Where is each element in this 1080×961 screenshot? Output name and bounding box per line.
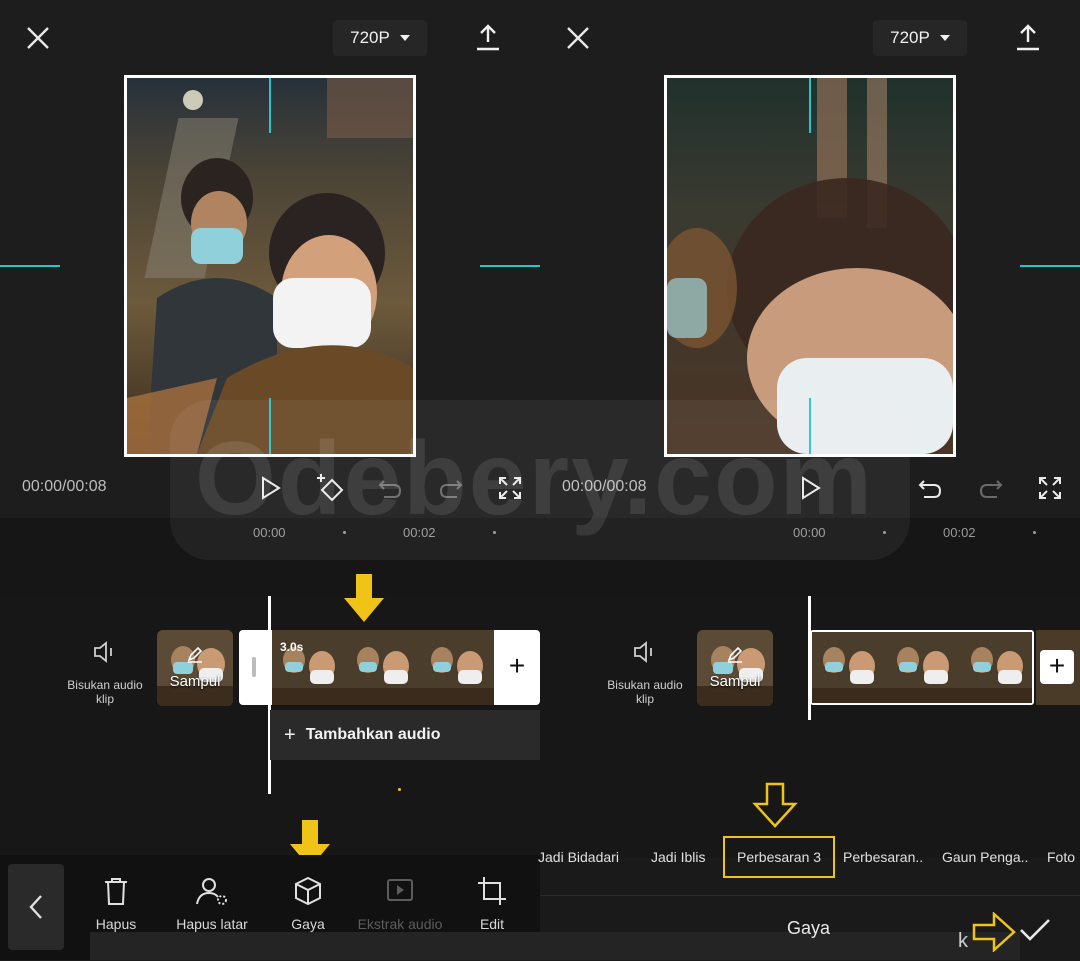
export-icon[interactable] xyxy=(474,22,502,52)
mute-clip-audio-button[interactable]: Bisukan audio klip xyxy=(600,640,690,706)
cover-thumbnail[interactable]: Sampul xyxy=(157,630,233,706)
tool-label: Hapus xyxy=(95,916,137,932)
playhead[interactable] xyxy=(808,596,811,720)
tick-dot xyxy=(1033,531,1036,534)
cover-image xyxy=(157,630,233,706)
mute-clip-audio-button[interactable]: Bisukan audio klip xyxy=(60,640,150,706)
cover-label: Sampul xyxy=(709,673,761,690)
guide-line-left xyxy=(0,265,60,267)
clip-trim-handle[interactable] xyxy=(252,657,256,677)
cube-icon xyxy=(295,876,321,906)
tool-extract-audio[interactable]: Ekstrak audio xyxy=(355,876,445,932)
tool-edit[interactable]: Edit xyxy=(447,876,537,932)
annotation-outline-arrow-right-icon xyxy=(972,912,1016,952)
add-audio-label: Tambahkan audio xyxy=(305,726,441,743)
close-icon[interactable] xyxy=(22,22,54,54)
style-option[interactable]: Gaun Penga.. xyxy=(942,849,1028,865)
caret-down-icon xyxy=(939,35,950,41)
tool-label: Ekstrak audio xyxy=(357,916,443,932)
edit-pencil-icon xyxy=(187,646,203,663)
speaker-icon xyxy=(94,641,112,663)
speaker-icon xyxy=(634,641,652,663)
tool-style[interactable]: Gaya xyxy=(263,876,353,932)
export-icon[interactable] xyxy=(1014,22,1042,52)
fullscreen-button[interactable] xyxy=(1032,470,1068,506)
clip-thumbnail-strip xyxy=(812,632,1032,703)
mute-label: Bisukan audio klip xyxy=(607,678,683,706)
trash-icon xyxy=(105,878,127,905)
edit-pencil-icon xyxy=(727,646,743,663)
cover-image xyxy=(697,630,773,706)
playhead[interactable] xyxy=(268,596,271,794)
panel-title: Gaya xyxy=(787,918,831,938)
cover-thumbnail[interactable]: Sampul xyxy=(697,630,773,706)
watermark: Odebery.com xyxy=(195,421,874,537)
selection-highlight xyxy=(723,836,835,878)
undo-button[interactable] xyxy=(912,470,948,506)
guide-line-top xyxy=(809,78,811,133)
add-audio-button[interactable]: + Tambahkan audio xyxy=(270,710,540,760)
plus-icon: + xyxy=(284,723,296,746)
resolution-label: 720P xyxy=(350,28,390,47)
marker-dot xyxy=(398,788,401,791)
tool-remove-background[interactable]: Hapus latar xyxy=(167,876,257,932)
tool-label: Edit xyxy=(479,916,505,932)
mute-label: Bisukan audio klip xyxy=(67,678,143,706)
style-option[interactable]: Jadi Bidadari xyxy=(538,849,619,865)
tool-delete[interactable]: Hapus xyxy=(71,876,161,932)
add-clip-button[interactable]: + xyxy=(1040,650,1074,684)
style-option[interactable]: Jadi Iblis xyxy=(651,849,705,865)
chevron-left-icon xyxy=(29,895,42,919)
playback-time: 00:00/00:08 xyxy=(22,478,107,495)
close-icon[interactable] xyxy=(562,22,594,54)
tick-label: 00:02 xyxy=(943,525,976,540)
guide-line-right xyxy=(480,265,540,267)
tool-label: Hapus latar xyxy=(176,916,248,932)
tool-label: Gaya xyxy=(291,916,325,932)
style-option[interactable]: Perbesaran.. xyxy=(843,849,923,865)
confirm-check-icon[interactable] xyxy=(1018,916,1052,944)
annotation-arrow-down-icon xyxy=(344,574,384,622)
clip-frames xyxy=(812,632,1032,703)
redo-button[interactable] xyxy=(973,470,1009,506)
redo-icon xyxy=(979,480,1003,498)
style-option[interactable]: Foto xyxy=(1047,849,1080,865)
cover-label: Sampul xyxy=(169,673,221,690)
partial-text: k xyxy=(958,930,968,952)
undo-icon xyxy=(918,480,942,498)
add-clip-button[interactable]: + xyxy=(500,650,534,684)
clip-duration: 3.0s xyxy=(280,640,304,654)
resolution-label: 720P xyxy=(890,28,930,47)
fullscreen-icon xyxy=(1039,477,1061,499)
clip-frames xyxy=(272,630,494,705)
crop-icon xyxy=(478,877,506,905)
guide-line-top xyxy=(269,78,271,133)
remove-background-icon xyxy=(196,878,227,905)
resolution-dropdown[interactable]: 720P xyxy=(333,20,427,56)
annotation-outline-arrow-down-icon xyxy=(752,782,798,828)
guide-line-right xyxy=(1020,265,1080,267)
caret-down-icon xyxy=(399,35,410,41)
resolution-dropdown[interactable]: 720P xyxy=(873,20,967,56)
clip-thumbnail-strip: 3.0s xyxy=(272,630,494,705)
back-button[interactable] xyxy=(8,864,64,950)
extract-audio-icon xyxy=(387,879,413,901)
caption-strip xyxy=(90,932,1020,960)
